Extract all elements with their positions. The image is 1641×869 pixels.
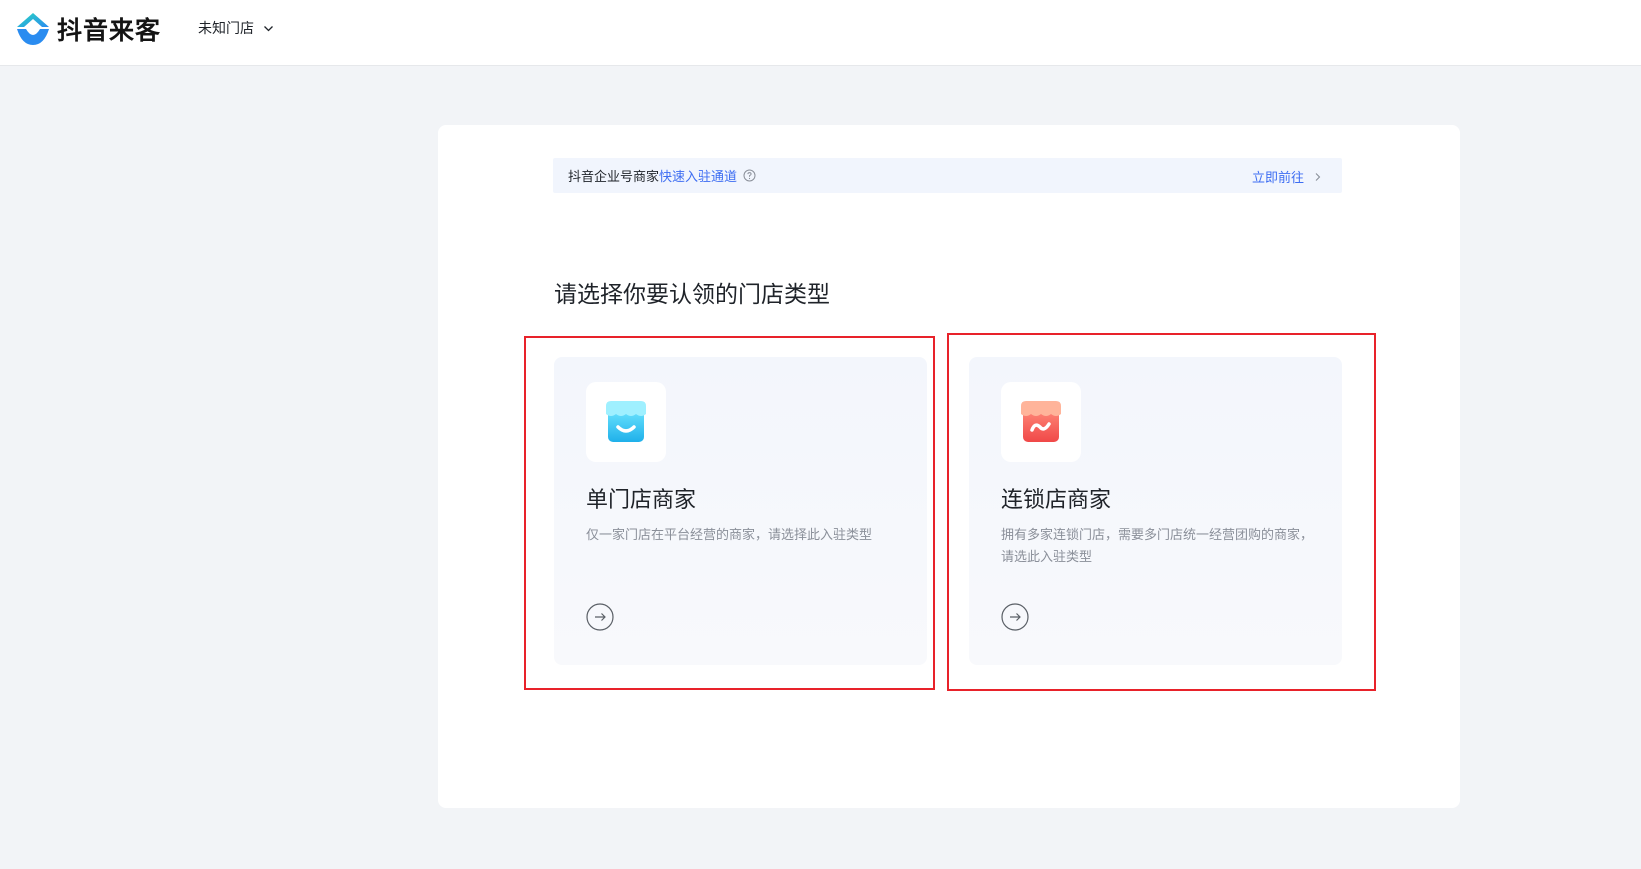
brand-logo[interactable]: 抖音来客 (14, 11, 161, 47)
brand-logo-icon (17, 13, 49, 45)
chevron-down-icon (264, 25, 273, 31)
chain-store-icon (1021, 401, 1061, 442)
store-selector-label: 未知门店 (198, 21, 254, 37)
go-now-link[interactable]: 立即前往 (1252, 167, 1322, 186)
brand-name: 抖音来客 (57, 16, 162, 45)
chain-store-title: 连锁店商家 (1001, 488, 1112, 513)
single-store-card[interactable]: 单门店商家 仅一家门店在平台经营的商家，请选择此入驻类型 (554, 357, 927, 665)
top-header: 抖音来客 未知门店 (0, 0, 1641, 66)
store-selector[interactable]: 未知门店 (198, 18, 274, 38)
main-panel: 抖音企业号商家 快速入驻通道 立即前往 请选择你要认领的门店类型 单门店商家 仅… (438, 125, 1460, 808)
chain-store-description: 拥有多家连锁门店，需要多门店统一经营团购的商家，请选此入驻类型 (1001, 528, 1314, 565)
arrow-right-circle-icon[interactable] (586, 603, 614, 631)
single-store-description: 仅一家门店在平台经营的商家，请选择此入驻类型 (586, 528, 873, 543)
chain-store-card[interactable]: 连锁店商家 拥有多家连锁门店，需要多门店统一经营团购的商家，请选此入驻类型 (969, 357, 1342, 665)
chain-store-icon-box (1001, 382, 1081, 462)
notice-prefix: 抖音企业号商家 (568, 170, 660, 185)
arrow-right-circle-icon[interactable] (1001, 603, 1029, 631)
notice-bar: 抖音企业号商家 快速入驻通道 立即前往 (553, 158, 1342, 193)
go-now-label: 立即前往 (1251, 171, 1304, 186)
fast-entry-link[interactable]: 快速入驻通道 (659, 166, 737, 185)
chevron-right-icon (1315, 172, 1321, 181)
single-store-title: 单门店商家 (586, 488, 697, 513)
store-icon (606, 401, 646, 442)
help-icon[interactable] (743, 169, 756, 182)
page-title: 请选择你要认领的门店类型 (554, 282, 830, 308)
single-store-icon-box (586, 382, 666, 462)
